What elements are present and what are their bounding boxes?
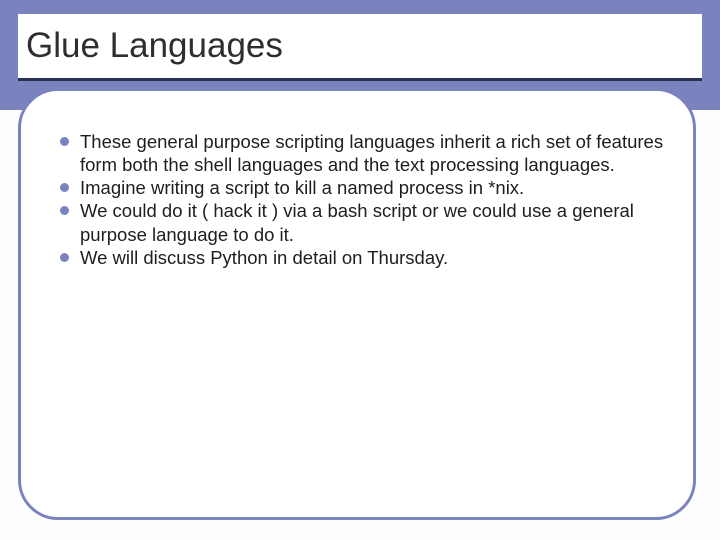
bullet-text: We could do it ( hack it ) via a bash sc…	[80, 200, 634, 244]
slide: Glue Languages These general purpose scr…	[0, 0, 720, 540]
list-item: These general purpose scripting language…	[58, 130, 668, 176]
list-item: We could do it ( hack it ) via a bash sc…	[58, 199, 668, 245]
bullet-list: These general purpose scripting language…	[58, 130, 668, 269]
list-item: Imagine writing a script to kill a named…	[58, 176, 668, 199]
bullet-text: These general purpose scripting language…	[80, 131, 663, 175]
slide-title: Glue Languages	[18, 26, 283, 66]
title-box: Glue Languages	[18, 14, 702, 81]
bullet-text: We will discuss Python in detail on Thur…	[80, 247, 448, 268]
body: These general purpose scripting language…	[58, 130, 668, 269]
list-item: We will discuss Python in detail on Thur…	[58, 246, 668, 269]
bullet-text: Imagine writing a script to kill a named…	[80, 177, 524, 198]
